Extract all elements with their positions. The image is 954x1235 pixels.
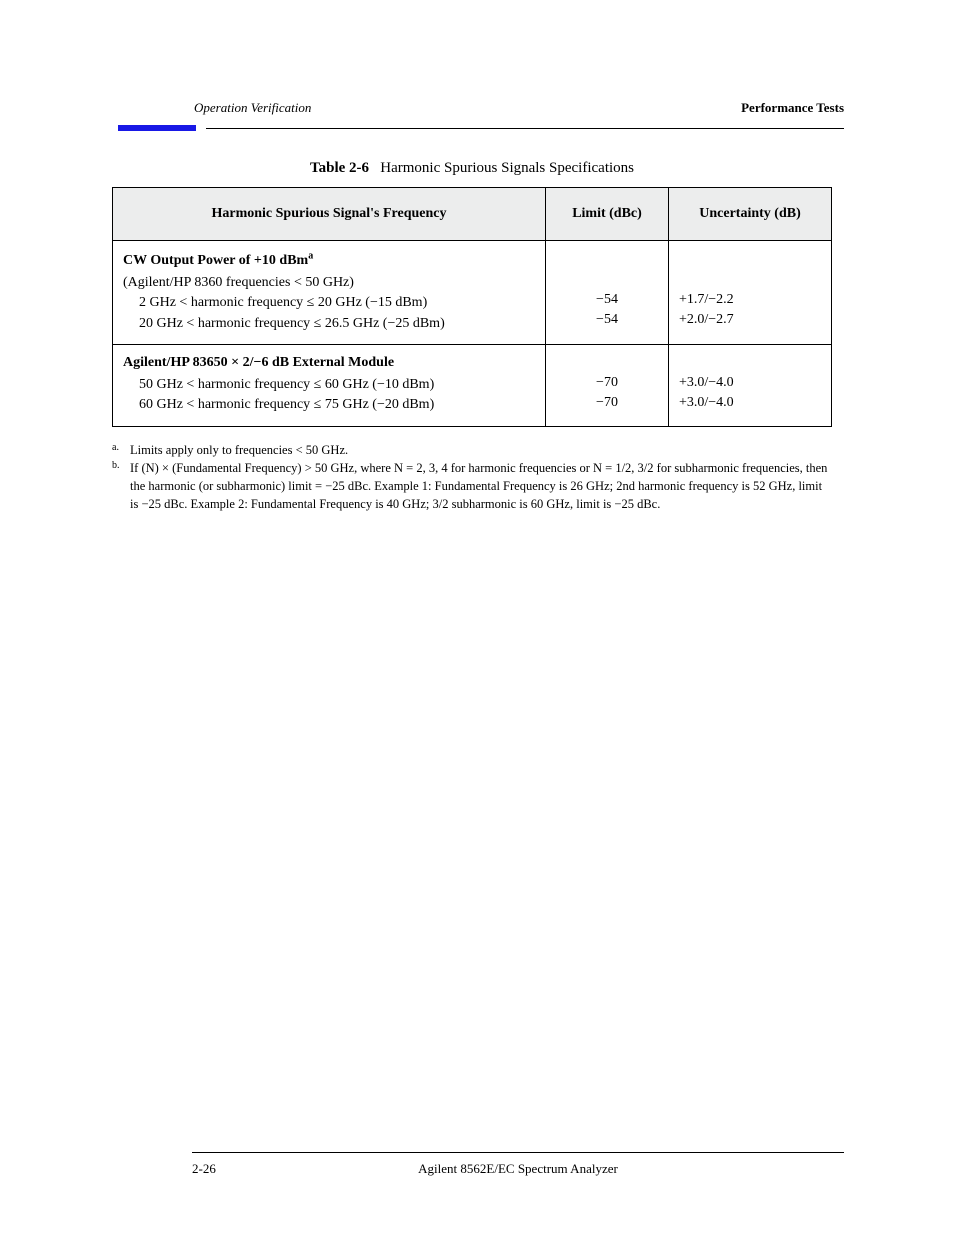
page-footer: 2-26 Agilent 8562E/EC Spectrum Analyzer (192, 1161, 844, 1177)
spec-table-head: Harmonic Spurious Signal's Frequency Lim… (113, 188, 832, 241)
header-section: Operation Verification (194, 100, 311, 116)
col-header-uncertainty: Uncertainty (dB) (669, 188, 832, 241)
block2-row2-c1: 60 GHz < harmonic frequency ≤ 75 GHz (−2… (123, 395, 535, 415)
col-header-frequency: Harmonic Spurious Signal's Frequency (113, 188, 546, 241)
block1-row2-c2: −54 (556, 310, 658, 330)
cell-frequency: CW Output Power of +10 dBma (Agilent/HP … (113, 241, 546, 345)
header-rule (118, 125, 844, 131)
header-thin-rule (206, 128, 844, 129)
running-header: Operation Verification Performance Tests (194, 100, 844, 116)
footer-doc-title: Agilent 8562E/EC Spectrum Analyzer (192, 1161, 844, 1177)
block1-row2-c1: 20 GHz < harmonic frequency ≤ 26.5 GHz (… (123, 314, 535, 334)
table-header-row: Harmonic Spurious Signal's Frequency Lim… (113, 188, 832, 241)
block2-row1-c1: 50 GHz < harmonic frequency ≤ 60 GHz (−1… (123, 375, 535, 395)
table-caption: Table 2-6 Harmonic Spurious Signals Spec… (100, 160, 844, 177)
cell-uncertainty: +3.0/−4.0 +3.0/−4.0 (669, 344, 832, 426)
table-caption-text: Harmonic Spurious Signals Specifications (380, 160, 634, 176)
block1-title: CW Output Power of +10 dBma (123, 249, 535, 271)
table-row: Agilent/HP 83650 × 2/−6 dB External Modu… (113, 344, 832, 426)
block2-title: Agilent/HP 83650 × 2/−6 dB External Modu… (123, 353, 535, 373)
block1-row1-c2: −54 (556, 290, 658, 310)
footnote-b-text: If (N) × (Fundamental Frequency) > 50 GH… (130, 459, 832, 513)
table-footnotes: a. Limits apply only to frequencies < 50… (112, 441, 832, 514)
page-root: Operation Verification Performance Tests… (0, 0, 954, 1235)
block1-row1-c3: +1.7/−2.2 (679, 290, 821, 310)
cell-frequency: Agilent/HP 83650 × 2/−6 dB External Modu… (113, 344, 546, 426)
footnote-a-marker: a. (112, 441, 130, 459)
block2-row1-c3: +3.0/−4.0 (679, 373, 821, 393)
footer-rule (192, 1152, 844, 1153)
cell-limit: −70 −70 (546, 344, 669, 426)
block2-row2-c3: +3.0/−4.0 (679, 393, 821, 413)
col-header-limit: Limit (dBc) (546, 188, 669, 241)
header-subsection: Performance Tests (741, 100, 844, 116)
cell-uncertainty: +1.7/−2.2 +2.0/−2.7 (669, 241, 832, 345)
footnote-b: b. If (N) × (Fundamental Frequency) > 50… (112, 459, 832, 513)
block1-row2-c3: +2.0/−2.7 (679, 310, 821, 330)
block1-note: (Agilent/HP 8360 frequencies < 50 GHz) (123, 273, 535, 293)
table-caption-number: Table 2-6 (310, 160, 369, 176)
block1-row1-c1: 2 GHz < harmonic frequency ≤ 20 GHz (−15… (123, 293, 535, 313)
footnote-a-text: Limits apply only to frequencies < 50 GH… (130, 441, 832, 459)
cell-limit: −54 −54 (546, 241, 669, 345)
block2-row1-c2: −70 (556, 373, 658, 393)
spec-table-body: CW Output Power of +10 dBma (Agilent/HP … (113, 241, 832, 427)
footnote-b-marker: b. (112, 459, 130, 513)
block2-row2-c2: −70 (556, 393, 658, 413)
accent-bar (118, 125, 196, 131)
table-row: CW Output Power of +10 dBma (Agilent/HP … (113, 241, 832, 345)
spec-table: Harmonic Spurious Signal's Frequency Lim… (112, 187, 832, 427)
footnote-a: a. Limits apply only to frequencies < 50… (112, 441, 832, 459)
